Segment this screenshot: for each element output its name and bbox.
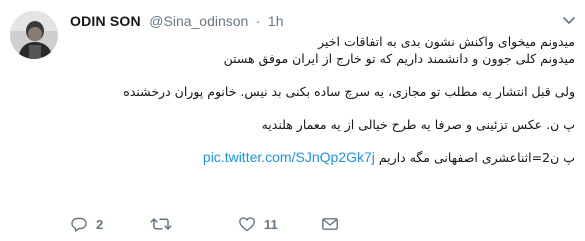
envelope-icon (322, 218, 338, 230)
direct-message-button[interactable] (321, 216, 339, 232)
like-count: 11 (264, 216, 278, 232)
reply-button[interactable]: 2 (70, 216, 103, 232)
tweet: ODIN SON @Sina_odinson · 1h میدونم میخوا… (0, 0, 585, 241)
tweet-line: ولی قبل انتشار یه مطلب تو مجازی، یه سرچ … (123, 84, 575, 99)
like-button[interactable]: 11 (238, 216, 278, 232)
display-name[interactable]: ODIN SON (70, 13, 141, 29)
tweet-text: میدونم میخوای واکنش نشون بدی به اتفاقات … (75, 33, 575, 166)
chevron-down-icon[interactable] (561, 12, 577, 28)
heart-icon (239, 217, 255, 232)
media-link[interactable]: pic.twitter.com/SJnQp2Gk7j (203, 149, 375, 165)
avatar-photo (10, 11, 58, 59)
reply-count: 2 (96, 216, 104, 232)
user-handle[interactable]: @Sina_odinson (149, 13, 248, 29)
separator-dot: · (255, 13, 261, 29)
tweet-header: ODIN SON @Sina_odinson · 1h (70, 11, 284, 31)
tweet-line: میدونم کلی جوون و دانشمند داریم که تو خا… (223, 51, 575, 66)
retweet-icon (150, 218, 172, 230)
tweet-line: پ ن2=اثناعشری اصفهانی مگه داریم (378, 150, 575, 165)
timestamp[interactable]: 1h (268, 13, 284, 29)
retweet-button[interactable] (150, 216, 180, 232)
reply-icon (71, 217, 87, 232)
avatar[interactable] (10, 11, 58, 59)
tweet-last-line: پ ن2=اثناعشری اصفهانی مگه داریم pic.twit… (75, 149, 575, 166)
tweet-line: پ ن. عکس تزئینی و صرفا یه طرح خیالی از ی… (261, 117, 575, 132)
tweet-line: میدونم میخوای واکنش نشون بدی به اتفاقات … (318, 34, 575, 49)
